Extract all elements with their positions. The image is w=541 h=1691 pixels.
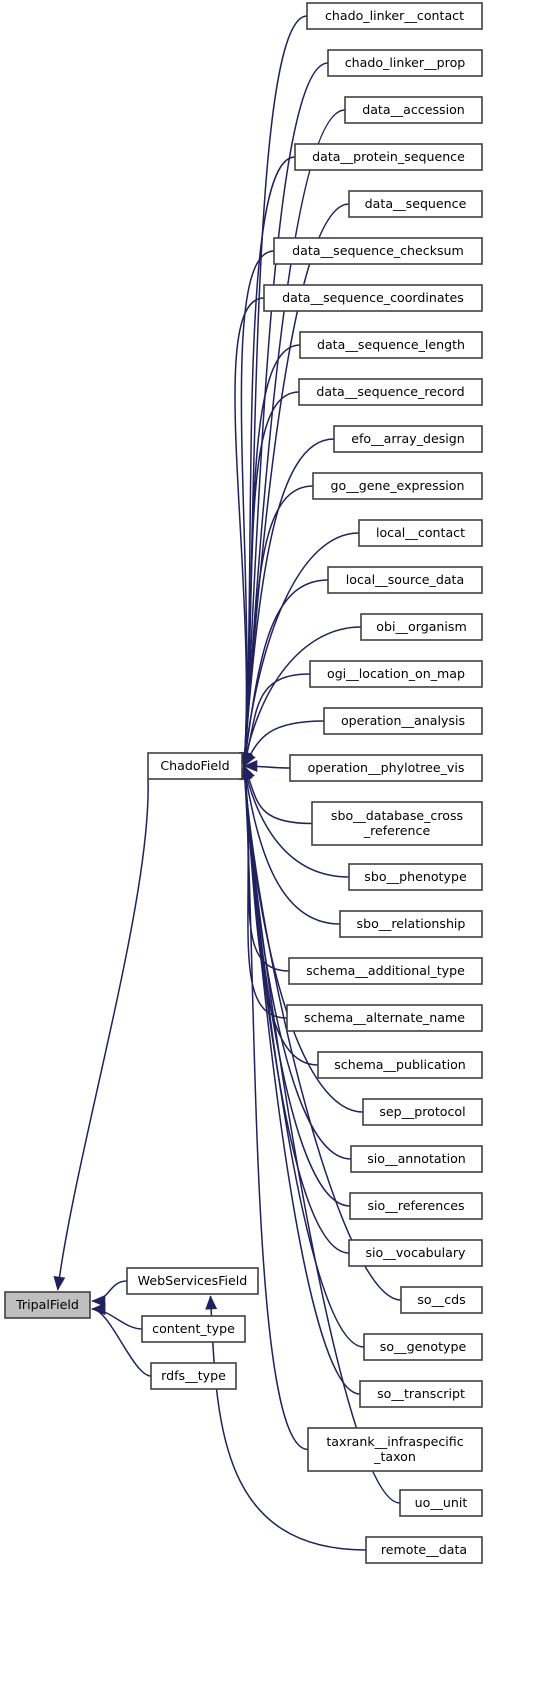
class-node-label: so__transcript <box>377 1386 465 1401</box>
inheritance-edge <box>91 1280 128 1302</box>
class-node-so__transcript[interactable]: so__transcript <box>359 1380 483 1408</box>
class-node-label: TripalField <box>15 1297 79 1312</box>
class-node-label: schema__alternate_name <box>304 1010 465 1025</box>
class-node-data__accession[interactable]: data__accession <box>344 96 483 124</box>
class-node-uo__unit[interactable]: uo__unit <box>399 1489 483 1517</box>
class-node-so__genotype[interactable]: so__genotype <box>363 1333 483 1361</box>
class-node-sbo__database_cross_reference[interactable]: sbo__database_cross _reference <box>311 801 483 846</box>
class-node-label: uo__unit <box>415 1495 468 1510</box>
class-node-data__sequence_record[interactable]: data__sequence_record <box>298 378 483 406</box>
class-node-content_type[interactable]: content_type <box>141 1315 246 1343</box>
class-node-sbo__relationship[interactable]: sbo__relationship <box>339 910 483 938</box>
class-node-label: WebServicesField <box>138 1273 248 1288</box>
class-node-sep__protocol[interactable]: sep__protocol <box>362 1098 483 1126</box>
class-node-sio__references[interactable]: sio__references <box>349 1192 483 1220</box>
class-node-schema__additional_type[interactable]: schema__additional_type <box>288 957 483 985</box>
class-node-label: so__cds <box>417 1292 465 1307</box>
class-node-label: data__sequence_length <box>317 337 465 352</box>
class-node-data__sequence_coordinates[interactable]: data__sequence_coordinates <box>263 284 483 312</box>
inheritance-edge <box>56 778 149 1291</box>
class-node-WebServicesField[interactable]: WebServicesField <box>126 1267 259 1295</box>
class-node-label: so__genotype <box>380 1339 467 1354</box>
class-node-label: content_type <box>152 1321 235 1336</box>
class-node-operation__analysis[interactable]: operation__analysis <box>323 707 483 735</box>
class-node-label: remote__data <box>381 1542 467 1557</box>
class-node-label: schema__additional_type <box>306 963 465 978</box>
class-node-efo__array_design[interactable]: efo__array_design <box>333 425 483 453</box>
class-node-sbo__phenotype[interactable]: sbo__phenotype <box>348 863 483 891</box>
class-node-label: sio__vocabulary <box>366 1245 467 1260</box>
class-node-sio__vocabulary[interactable]: sio__vocabulary <box>348 1239 483 1267</box>
class-node-chado_linker__contact[interactable]: chado_linker__contact <box>306 2 483 30</box>
class-node-label: local__source_data <box>346 572 464 587</box>
class-node-data__sequence_checksum[interactable]: data__sequence_checksum <box>273 237 483 265</box>
class-node-sio__annotation[interactable]: sio__annotation <box>350 1145 483 1173</box>
class-node-label: obi__organism <box>376 619 466 634</box>
class-node-label: go__gene_expression <box>331 478 465 493</box>
inheritance-graph-canvas: chado_linker__contact chado_linker__propd… <box>4 2 483 1564</box>
class-node-chado_linker__prop[interactable]: chado_linker__prop <box>327 49 483 77</box>
class-node-so__cds[interactable]: so__cds <box>400 1286 483 1314</box>
class-node-label: ChadoField <box>160 758 229 773</box>
class-node-label: operation__analysis <box>341 713 465 728</box>
class-node-taxrank__infraspecific_taxon[interactable]: taxrank__infraspecific _taxon <box>307 1427 483 1472</box>
inheritance-arrowhead <box>91 1303 106 1315</box>
class-node-label: rdfs__type <box>161 1368 226 1383</box>
class-node-label: ogi__location_on_map <box>327 666 465 681</box>
class-node-label: sbo__phenotype <box>364 869 467 884</box>
class-node-label: schema__publication <box>334 1057 466 1072</box>
class-node-label: data__protein_sequence <box>312 149 465 164</box>
class-node-rdfs__type[interactable]: rdfs__type <box>150 1362 237 1390</box>
class-node-schema__alternate_name[interactable]: schema__alternate_name <box>286 1004 483 1032</box>
class-node-ogi__location_on_map[interactable]: ogi__location_on_map <box>309 660 483 688</box>
inheritance-diagram: chado_linker__contact chado_linker__propd… <box>0 0 541 1691</box>
inheritance-edge <box>243 673 311 767</box>
class-node-data__sequence_length[interactable]: data__sequence_length <box>299 331 483 359</box>
class-node-label: chado_linker__prop <box>345 55 466 70</box>
class-node-label: sep__protocol <box>379 1104 465 1119</box>
inheritance-arrowhead <box>205 1295 218 1310</box>
class-node-remote__data[interactable]: remote__data <box>365 1536 483 1564</box>
class-node-label: sbo__relationship <box>357 916 466 931</box>
class-node-operation__phylotree_vis[interactable]: operation__phylotree_vis <box>289 754 483 782</box>
inheritance-arrowhead <box>53 1276 66 1291</box>
class-node-label: data__sequence_checksum <box>292 243 464 258</box>
inheritance-edge <box>243 765 361 1395</box>
class-node-label: sio__references <box>367 1198 464 1213</box>
class-node-go__gene_expression[interactable]: go__gene_expression <box>312 472 483 500</box>
class-node-label: local__contact <box>376 525 465 540</box>
class-node-local__source_data[interactable]: local__source_data <box>327 566 483 594</box>
class-node-ChadoField[interactable]: ChadoField <box>147 752 243 780</box>
inheritance-edge <box>243 765 402 1301</box>
class-node-label: data__sequence_coordinates <box>282 290 464 305</box>
class-node-data__sequence[interactable]: data__sequence <box>348 190 483 218</box>
class-node-label: data__sequence <box>365 196 467 211</box>
class-node-TripalField[interactable]: TripalField <box>4 1291 91 1319</box>
class-node-label: data__accession <box>362 102 465 117</box>
class-node-obi__organism[interactable]: obi__organism <box>360 613 483 641</box>
class-node-data__protein_sequence[interactable]: data__protein_sequence <box>294 143 483 171</box>
class-node-label: efo__array_design <box>351 431 465 446</box>
class-node-label: chado_linker__contact <box>325 8 464 23</box>
class-node-label: operation__phylotree_vis <box>308 760 465 775</box>
class-node-local__contact[interactable]: local__contact <box>358 519 483 547</box>
nodes-layer: chado_linker__contact chado_linker__propd… <box>4 2 483 1564</box>
class-node-label: sio__annotation <box>367 1151 466 1166</box>
class-node-schema__publication[interactable]: schema__publication <box>317 1051 483 1079</box>
class-node-label: data__sequence_record <box>316 384 464 399</box>
